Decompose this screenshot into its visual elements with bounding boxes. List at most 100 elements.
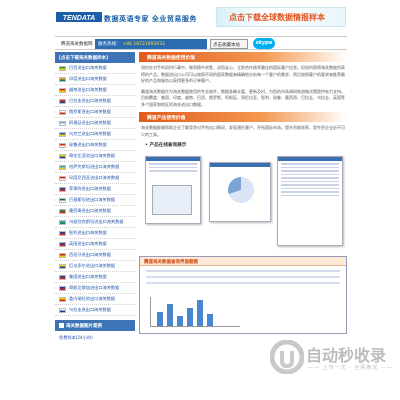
flag-icon [59, 109, 66, 115]
flag-icon [59, 252, 66, 258]
sidebar-item-label[interactable]: 美国进出口海关数据 [69, 274, 107, 280]
sidebar-item-label[interactable]: 厄瓜多尔进出口海关数据 [69, 263, 115, 269]
sidebar-item[interactable]: 印度进出口海关数据 [55, 74, 135, 85]
hotline-number: +86 18721893033 [122, 42, 165, 47]
sidebar-item-label[interactable]: 墨西哥进出口海关数据 [69, 208, 111, 214]
watermark-text: 自动秒收录 [306, 346, 387, 365]
sidebar-item[interactable]: 巴拉圭进出口海关数据 [55, 96, 135, 107]
sidebar-title-cases: 海关数据图片案例 [55, 320, 135, 331]
sidebar-item-label[interactable]: 俄罗斯进出口海关数据 [69, 109, 111, 115]
flag-icon [59, 164, 66, 170]
chart-bar [187, 308, 193, 326]
sidebar-item[interactable]: 美国进出口海关数据 [55, 272, 135, 283]
screenshot-1[interactable] [145, 156, 201, 224]
sidebar-item[interactable]: 厄瓜多尔进出口海关数据 [55, 261, 135, 272]
sidebar-item-label[interactable]: 委内瑞拉进出口海关数据 [69, 296, 115, 302]
sidebar-item-label[interactable]: 印度进出口海关数据 [69, 76, 107, 82]
sidebar-item-label[interactable]: 印度尼西亚进出口海关数据 [69, 175, 119, 181]
sidebar-item-label[interactable]: 巴西进出口海关数据 [69, 65, 107, 71]
coverage-paragraph: 腾道海关数据作为海关数据使用的专业软件，数据准确丰富，更新及时，为您的市场调研和… [141, 88, 345, 107]
sidebar-item-label[interactable]: 乌拉圭进出口海关数据 [69, 307, 111, 313]
sidebar-item-label[interactable]: 秘鲁进出口海关数据 [69, 142, 107, 148]
sidebar-item[interactable]: 菲律宾进出口海关数据 [55, 184, 135, 195]
sidebar-item-label[interactable]: 乌兹别克斯坦进出口海关数据 [69, 219, 123, 225]
screenshot-row [281, 173, 339, 175]
panel-row [146, 276, 340, 278]
product-paragraph: 海关数据能够帮助企业了解竞争对手的出口情况，发现潜在客户，开拓国际市场，提升贸易… [141, 125, 345, 137]
sidebar-item[interactable]: 智利进出口海关数据 [55, 228, 135, 239]
screenshot-row [281, 163, 339, 165]
sidebar-item-label[interactable]: 越南进出口海关数据 [69, 87, 107, 93]
sidebar-item-label[interactable]: 英国进出口海关数据 [69, 241, 107, 247]
screenshot-3[interactable] [277, 156, 343, 246]
chart-bar [177, 316, 183, 326]
screenshot-chart [152, 185, 192, 215]
screenshot-row [281, 187, 339, 189]
screenshot-2[interactable] [209, 162, 271, 222]
hotline-box: 服务热线： +86 18721893033 [95, 39, 207, 49]
sidebar-item-label[interactable]: 哥斯达黎加进出口海关数据 [69, 285, 119, 291]
chart-bar [167, 304, 173, 326]
tendata-logo[interactable]: TENDATA [56, 10, 102, 24]
sidebar-item[interactable]: 巴西进出口海关数据 [55, 63, 135, 74]
flag-icon [59, 274, 66, 280]
flag-icon [59, 241, 66, 247]
chart-bar [157, 312, 163, 326]
square-icon [59, 323, 64, 328]
flag-icon [59, 98, 66, 104]
bookmark-button[interactable]: 点击收藏本站 [210, 39, 248, 49]
header-tagline: 数据英语专家 全业贸易服务 [104, 15, 197, 23]
screenshot-row [281, 166, 339, 168]
sidebar-item[interactable]: 墨西哥进出口海关数据 [55, 206, 135, 217]
flag-icon [59, 307, 66, 313]
flag-icon [59, 175, 66, 181]
sidebar-item[interactable]: 乌拉圭进出口海关数据 [55, 305, 135, 316]
sidebar-item[interactable]: 越南进出口海关数据 [55, 85, 135, 96]
panel-row [146, 282, 340, 284]
sidebar-item[interactable]: 委内瑞拉进出口海关数据 [55, 294, 135, 305]
sidebar-item-label[interactable]: 巴基斯坦进出口海关数据 [69, 197, 115, 203]
logo-text: TENDATA [63, 15, 95, 22]
query-interface-panel[interactable]: 腾道海关数据查询界面截图 [139, 256, 347, 334]
sidebar-item-label[interactable]: 菲律宾进出口海关数据 [69, 186, 111, 192]
intro-paragraph: 如何在对手的同时行事中，做到稳中求胜，进而走心，立即合作效率最佳的国际客户信息。… [141, 65, 345, 83]
sidebar-item-label[interactable]: 阿根廷进出口海关数据 [69, 120, 111, 126]
banner-text[interactable]: 点击下载全球数据情报样本 [229, 12, 325, 23]
sidebar-item[interactable]: 哥伦比亚进出口海关数据 [55, 151, 135, 162]
free-sample-link[interactable]: 免费样本(24小时) [55, 331, 135, 345]
site-name[interactable]: 腾道海关数据网 [61, 41, 93, 47]
sidebar-item[interactable]: 秘鲁进出口海关数据 [55, 140, 135, 151]
product-showcase-heading: • 产品在线查询展示 [145, 143, 187, 148]
hotline-label: 服务热线： [98, 42, 121, 47]
sidebar-item-label[interactable]: 西班牙进出口海关数据 [69, 252, 111, 258]
header: TENDATA 数据英语专家 全业贸易服务 点击下载全球数据情报样本 [0, 0, 400, 34]
sidebar-item-label[interactable]: 哥伦比亚进出口海关数据 [69, 153, 115, 159]
sidebar-item-label[interactable]: 巴拉圭进出口海关数据 [69, 98, 111, 104]
sidebar-item[interactable]: 乌克兰进出口海关数据 [55, 129, 135, 140]
sidebar-item[interactable]: 印度尼西亚进出口海关数据 [55, 173, 135, 184]
sidebar-item[interactable]: 英国进出口海关数据 [55, 239, 135, 250]
sidebar-item[interactable]: 巴基斯坦进出口海关数据 [55, 195, 135, 206]
download-banner[interactable]: 点击下载全球数据情报样本 [216, 7, 346, 27]
sidebar-item-label[interactable]: 智利进出口海关数据 [69, 230, 107, 236]
skype-icon[interactable]: skype [253, 38, 275, 49]
sidebar-item[interactable]: 哥斯达黎加进出口海关数据 [55, 283, 135, 294]
section-title-value: 腾道海关数据使用价值 [139, 52, 347, 62]
screenshot-titlebar [146, 157, 200, 161]
flag-icon [59, 263, 66, 269]
flag-icon [59, 208, 66, 214]
sidebar-item[interactable]: 西班牙进出口海关数据 [55, 250, 135, 261]
sidebar-item-label[interactable]: 乌克兰进出口海关数据 [69, 131, 111, 137]
flag-icon [59, 219, 66, 225]
sidebar-item-label[interactable]: 哈萨克斯坦进出口海关数据 [69, 164, 119, 170]
bookmark-label[interactable]: 点击收藏本站 [213, 43, 240, 48]
panel-row [146, 270, 340, 272]
sidebar-item[interactable]: 乌兹别克斯坦进出口海关数据 [55, 217, 135, 228]
sidebar-list: 巴西进出口海关数据 印度进出口海关数据 越南进出口海关数据 巴拉圭进出口海关数据 俄罗斯… [55, 63, 135, 316]
sidebar-item[interactable]: 阿根廷进出口海关数据 [55, 118, 135, 129]
flag-icon [59, 131, 66, 137]
chart-bar [207, 314, 213, 326]
panel-title: 腾道海关数据查询界面截图 [140, 257, 346, 266]
sidebar-item[interactable]: 俄罗斯进出口海关数据 [55, 107, 135, 118]
sidebar-item[interactable]: 哈萨克斯坦进出口海关数据 [55, 162, 135, 173]
